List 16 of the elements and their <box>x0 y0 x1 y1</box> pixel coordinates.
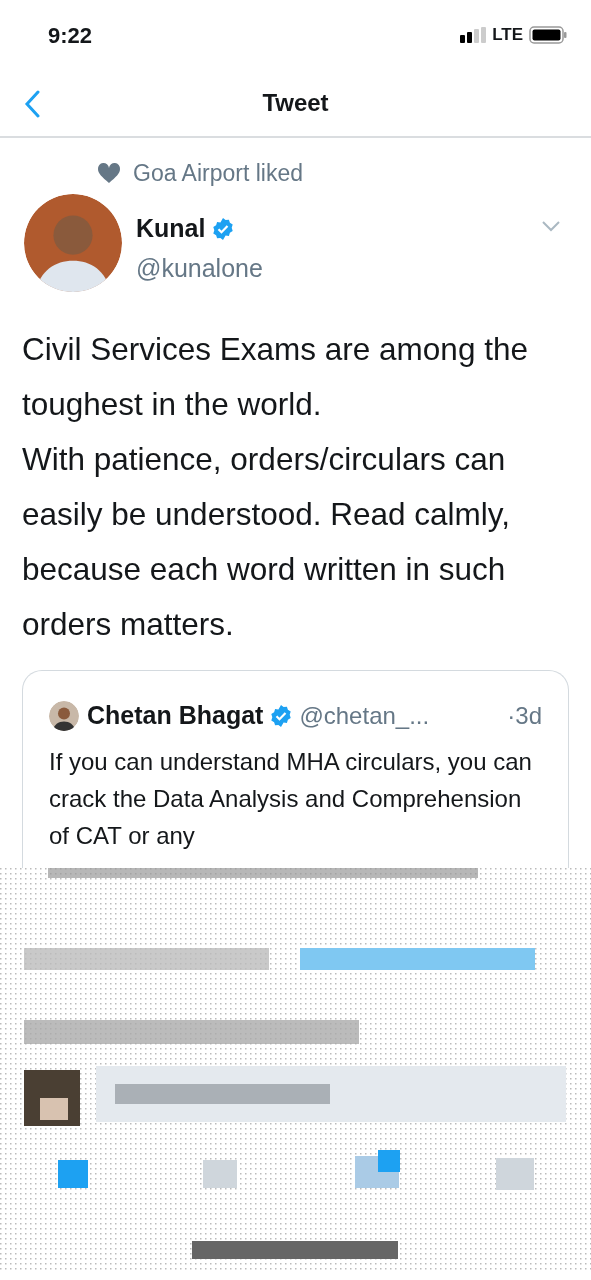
battery-icon <box>529 26 567 44</box>
status-time: 9:22 <box>48 21 93 50</box>
quoted-tweet-text: If you can understand MHA circulars, you can crack the Data Analysis and Comprehension of CAT or any <box>49 746 533 851</box>
author-name[interactable]: Kunal <box>136 210 206 248</box>
page-title: Tweet <box>262 88 329 118</box>
heart-icon <box>97 162 121 184</box>
author-handle[interactable]: @kunalone <box>136 249 541 287</box>
quoted-author-name: Chetan Bhagat <box>87 700 264 731</box>
signal-icon <box>460 27 487 43</box>
tweet-text: Civil Services Exams are among the toughest in the world. With patience, orders/circulars can easily be understood. Read calmly, because each word written in such orders matters. <box>21 330 529 644</box>
quoted-tweet-time: ·3d <box>507 700 542 731</box>
quoted-avatar[interactable] <box>49 700 79 731</box>
liked-by-text: Goa Airport liked <box>133 158 304 188</box>
quoted-author-handle: @chetan_... <box>299 700 430 731</box>
network-label: LTE <box>492 24 523 47</box>
avatar[interactable] <box>24 194 122 292</box>
